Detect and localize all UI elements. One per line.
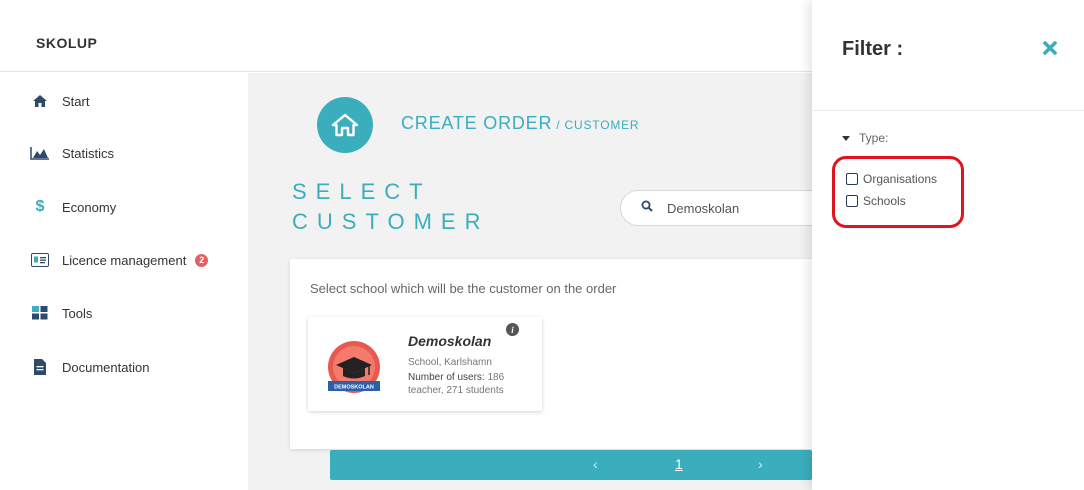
- filter-title: Filter :: [842, 38, 904, 60]
- sidebar-item-label: Licence management: [62, 252, 187, 268]
- highlight-annotation: [832, 156, 964, 228]
- pagination: ‹ 1 ›: [330, 450, 812, 480]
- customer-panel: Select school which will be the customer…: [290, 259, 812, 449]
- sidebar-item-label: Statistics: [62, 145, 115, 161]
- search-box: [620, 190, 820, 226]
- next-page-button[interactable]: ›: [758, 456, 763, 472]
- sidebar-item-statistics[interactable]: Statistics: [30, 143, 114, 163]
- page-title: SELECT CUSTOMER: [292, 177, 490, 237]
- main-content: CREATE ORDER/ CUSTOMER SELECT CUSTOMER S…: [248, 73, 820, 490]
- page-title-line: SELECT: [292, 179, 432, 204]
- sidebar-item-licence-management[interactable]: Licence management 2: [30, 250, 209, 270]
- caret-down-icon: [842, 135, 850, 141]
- id-card-icon: [30, 252, 50, 268]
- brand-logo[interactable]: SKOLUP: [36, 35, 97, 51]
- type-label: Type:: [859, 131, 889, 145]
- sidebar-item-label: Documentation: [62, 359, 150, 375]
- notification-badge: 2: [195, 253, 209, 267]
- customer-users: Number of users: 186 teacher, 271 studen…: [408, 371, 530, 397]
- page-1-link[interactable]: 1: [675, 456, 683, 472]
- checkbox-icon[interactable]: [846, 173, 858, 185]
- search-icon: [641, 199, 653, 217]
- organisations-checkbox[interactable]: Organisations: [846, 172, 937, 186]
- top-bar: SKOLUP: [0, 0, 812, 72]
- divider: [812, 110, 1084, 111]
- grid-icon: [30, 305, 50, 321]
- type-filter-toggle[interactable]: Type:: [842, 131, 888, 145]
- breadcrumb: CREATE ORDER / CUSTOMER: [401, 113, 639, 134]
- logo-text: DEMOSKOLAN: [334, 385, 374, 391]
- close-icon[interactable]: [1042, 40, 1064, 62]
- customer-name: Demoskolan: [408, 333, 492, 349]
- sidebar-item-economy[interactable]: $ Economy: [30, 197, 117, 217]
- users-label: Number of users:: [408, 372, 485, 383]
- schools-checkbox[interactable]: Schools: [846, 194, 906, 208]
- option-label: Schools: [863, 194, 906, 208]
- breadcrumb-title: CREATE ORDER: [401, 113, 553, 133]
- document-icon: [30, 359, 50, 375]
- dollar-icon: $: [35, 198, 45, 215]
- school-logo: DEMOSKOLAN: [328, 341, 380, 393]
- filter-drawer: Filter : Type: Organisations Schools: [812, 0, 1084, 490]
- checkbox-icon[interactable]: [846, 195, 858, 207]
- prev-page-button[interactable]: ‹: [593, 456, 598, 472]
- breadcrumb-current: / CUSTOMER: [556, 118, 640, 132]
- customer-location: School, Karlshamn: [408, 357, 492, 368]
- sidebar-item-start[interactable]: Start: [30, 91, 89, 111]
- sidebar-item-documentation[interactable]: Documentation: [30, 357, 149, 377]
- info-icon[interactable]: i: [506, 323, 519, 336]
- panel-hint: Select school which will be the customer…: [310, 281, 617, 296]
- home-icon: [317, 97, 373, 153]
- search-input[interactable]: [667, 200, 807, 216]
- sidebar: Start Statistics $ Economy Licence manag…: [8, 73, 248, 490]
- customer-card[interactable]: DEMOSKOLAN Demoskolan i School, Karlsham…: [308, 317, 542, 411]
- sidebar-item-label: Tools: [62, 305, 93, 321]
- page-title-line: CUSTOMER: [292, 209, 490, 234]
- sidebar-item-label: Economy: [62, 199, 117, 215]
- sidebar-item-label: Start: [62, 93, 90, 109]
- home-icon: [30, 93, 50, 109]
- sidebar-item-tools[interactable]: Tools: [30, 303, 92, 323]
- area-chart-icon: [30, 145, 50, 161]
- option-label: Organisations: [863, 172, 938, 186]
